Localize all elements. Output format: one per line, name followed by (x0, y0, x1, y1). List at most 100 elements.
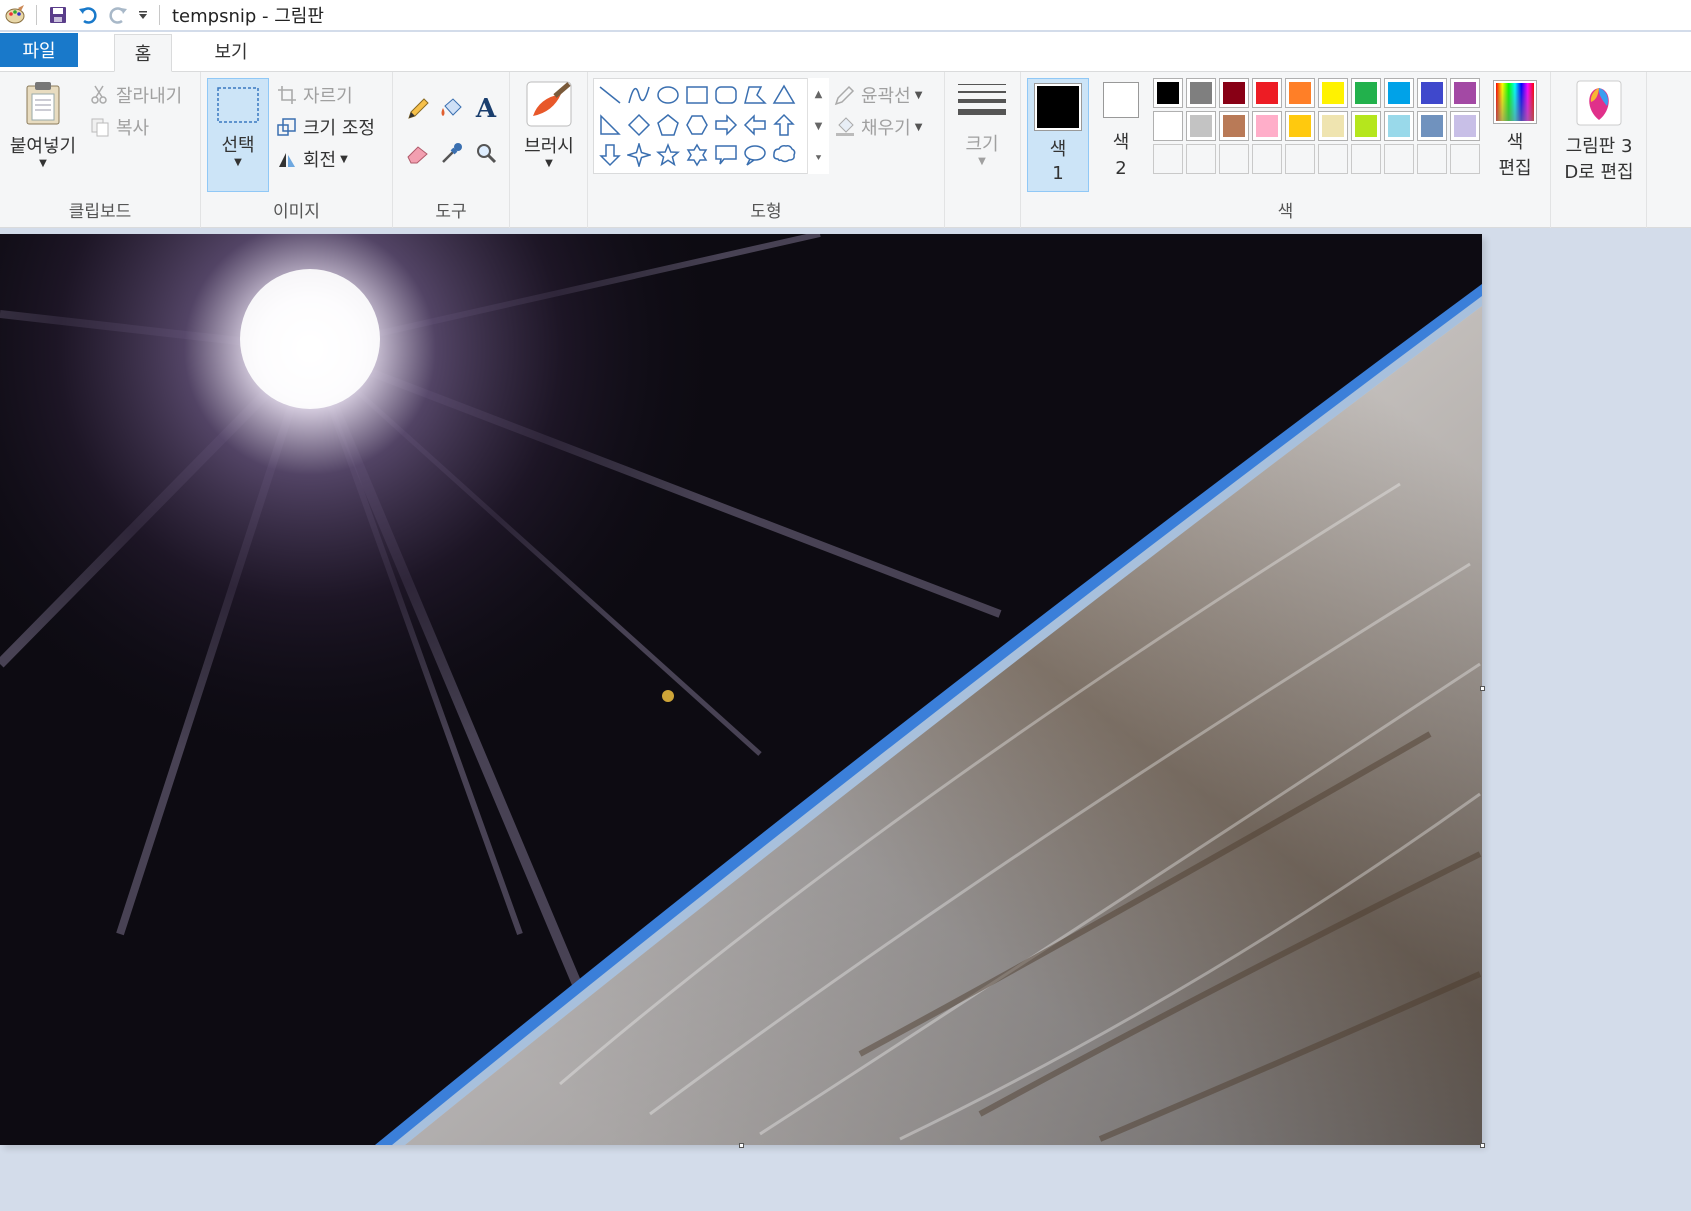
palette-color-swatch[interactable] (1285, 78, 1315, 108)
copy-button[interactable]: 복사 (88, 114, 149, 140)
resize-handle-bottom[interactable] (739, 1143, 744, 1148)
palette-color-swatch[interactable] (1450, 78, 1480, 108)
separator (159, 5, 160, 25)
palette-color-swatch[interactable] (1252, 78, 1282, 108)
gallery-expand-icon[interactable]: ⯆ (815, 153, 823, 164)
palette-color-swatch[interactable] (1219, 78, 1249, 108)
palette-custom-slot[interactable] (1417, 144, 1447, 174)
polygon-shape-icon[interactable] (741, 81, 769, 109)
palette-color-swatch[interactable] (1153, 111, 1183, 141)
triangle-shape-icon[interactable] (770, 81, 798, 109)
window-title: tempsnip - 그림판 (172, 6, 324, 27)
palette-custom-slot[interactable] (1285, 144, 1315, 174)
canvas[interactable] (0, 234, 1482, 1145)
select-button[interactable]: 선택 ▼ (207, 78, 269, 192)
palette-color-swatch[interactable] (1384, 78, 1414, 108)
brushes-button[interactable]: 브러시 ▼ (516, 80, 582, 169)
text-tool-icon[interactable]: A (469, 92, 503, 126)
fill-button[interactable]: 채우기 ▼ (833, 114, 922, 140)
color-picker-icon[interactable] (435, 136, 469, 170)
palette-color-swatch[interactable] (1417, 111, 1447, 141)
rotate-label: 회전 (303, 150, 337, 171)
palette-color-swatch[interactable] (1252, 111, 1282, 141)
size-button[interactable]: 크기 ▼ (951, 80, 1013, 167)
ribbon: 붙여넣기 ▼ 잘라내기 복사 클립보드 선택 ▼ 자르기 크기 조정 회전 ▼ … (0, 72, 1691, 228)
palette-color-swatch[interactable] (1417, 78, 1447, 108)
fill-bucket-icon[interactable] (435, 92, 469, 126)
six-point-star-shape-icon[interactable] (683, 141, 711, 169)
line-shape-icon[interactable] (596, 81, 624, 109)
magnifier-icon[interactable] (469, 136, 503, 170)
palette-custom-slot[interactable] (1186, 144, 1216, 174)
rounded-rectangle-shape-icon[interactable] (712, 81, 740, 109)
palette-color-swatch[interactable] (1318, 111, 1348, 141)
color1-label: 색 (1049, 139, 1067, 160)
down-arrow-shape-icon[interactable] (596, 141, 624, 169)
five-point-star-shape-icon[interactable] (654, 141, 682, 169)
palette-custom-slot[interactable] (1351, 144, 1381, 174)
diamond-shape-icon[interactable] (625, 111, 653, 139)
colors-group-label: 색 (1277, 202, 1294, 222)
cut-button[interactable]: 잘라내기 (88, 82, 182, 108)
redo-icon[interactable] (103, 2, 133, 28)
color2-button[interactable]: 색 2 (1095, 82, 1147, 192)
palette-color-swatch[interactable] (1219, 111, 1249, 141)
four-point-star-shape-icon[interactable] (625, 141, 653, 169)
palette-custom-slot[interactable] (1153, 144, 1183, 174)
clipboard-icon (26, 82, 60, 125)
palette-custom-slot[interactable] (1252, 144, 1282, 174)
palette-custom-slot[interactable] (1450, 144, 1480, 174)
palette-color-swatch[interactable] (1351, 111, 1381, 141)
palette-color-swatch[interactable] (1450, 111, 1480, 141)
edit-colors-button[interactable]: 색 편집 (1483, 80, 1547, 180)
right-triangle-shape-icon[interactable] (596, 111, 624, 139)
save-icon[interactable] (43, 2, 73, 28)
scroll-down-icon[interactable]: ▼ (815, 121, 823, 132)
resize-handle-corner[interactable] (1480, 1143, 1485, 1148)
scroll-up-icon[interactable]: ▲ (815, 89, 823, 100)
left-arrow-shape-icon[interactable] (741, 111, 769, 139)
rectangle-shape-icon[interactable] (683, 81, 711, 109)
oval-callout-shape-icon[interactable] (741, 141, 769, 169)
customize-dropdown-icon[interactable] (133, 2, 153, 28)
shapes-gallery-scrollbar[interactable]: ▲ ▼ ⯆ (807, 78, 829, 174)
curve-shape-icon[interactable] (625, 81, 653, 109)
pencil-icon[interactable] (401, 92, 435, 126)
resize-button[interactable]: 크기 조정 (275, 114, 375, 140)
palette-custom-slot[interactable] (1384, 144, 1414, 174)
rotate-button[interactable]: 회전 ▼ (275, 146, 348, 172)
tab-file[interactable]: 파일 (0, 33, 78, 67)
resize-handle-right[interactable] (1480, 686, 1485, 691)
color1-button[interactable]: 색 1 (1027, 78, 1089, 192)
eraser-icon[interactable] (401, 136, 435, 170)
resize-icon (275, 115, 299, 139)
edit-with-paint3d-button[interactable]: 그림판 3 D로 편집 (1553, 80, 1645, 184)
undo-icon[interactable] (73, 2, 103, 28)
tab-home[interactable]: 홈 (114, 34, 172, 72)
hexagon-shape-icon[interactable] (683, 111, 711, 139)
crop-button[interactable]: 자르기 (275, 82, 353, 108)
palette-color-swatch[interactable] (1318, 78, 1348, 108)
palette-color-swatch[interactable] (1351, 78, 1381, 108)
pentagon-shape-icon[interactable] (654, 111, 682, 139)
colors-group: 색 1 색 2 색 편집 색 (1021, 72, 1551, 228)
palette-color-swatch[interactable] (1153, 78, 1183, 108)
cloud-callout-shape-icon[interactable] (770, 141, 798, 169)
oval-shape-icon[interactable] (654, 81, 682, 109)
palette-custom-slot[interactable] (1219, 144, 1249, 174)
palette-color-swatch[interactable] (1186, 111, 1216, 141)
palette-color-swatch[interactable] (1186, 78, 1216, 108)
rectangular-callout-shape-icon[interactable] (712, 141, 740, 169)
paste-button[interactable]: 붙여넣기 ▼ (4, 80, 82, 169)
brushes-label: 브러시 (524, 136, 574, 157)
palette-color-swatch[interactable] (1384, 111, 1414, 141)
chevron-down-icon: ▼ (39, 158, 47, 169)
palette-custom-slot[interactable] (1318, 144, 1348, 174)
outline-button[interactable]: 윤곽선 ▼ (833, 82, 922, 108)
tab-view[interactable]: 보기 (192, 32, 270, 70)
canvas-image[interactable] (0, 234, 1482, 1145)
palette-color-swatch[interactable] (1285, 111, 1315, 141)
paint-app-icon[interactable] (0, 2, 30, 28)
right-arrow-shape-icon[interactable] (712, 111, 740, 139)
up-arrow-shape-icon[interactable] (770, 111, 798, 139)
